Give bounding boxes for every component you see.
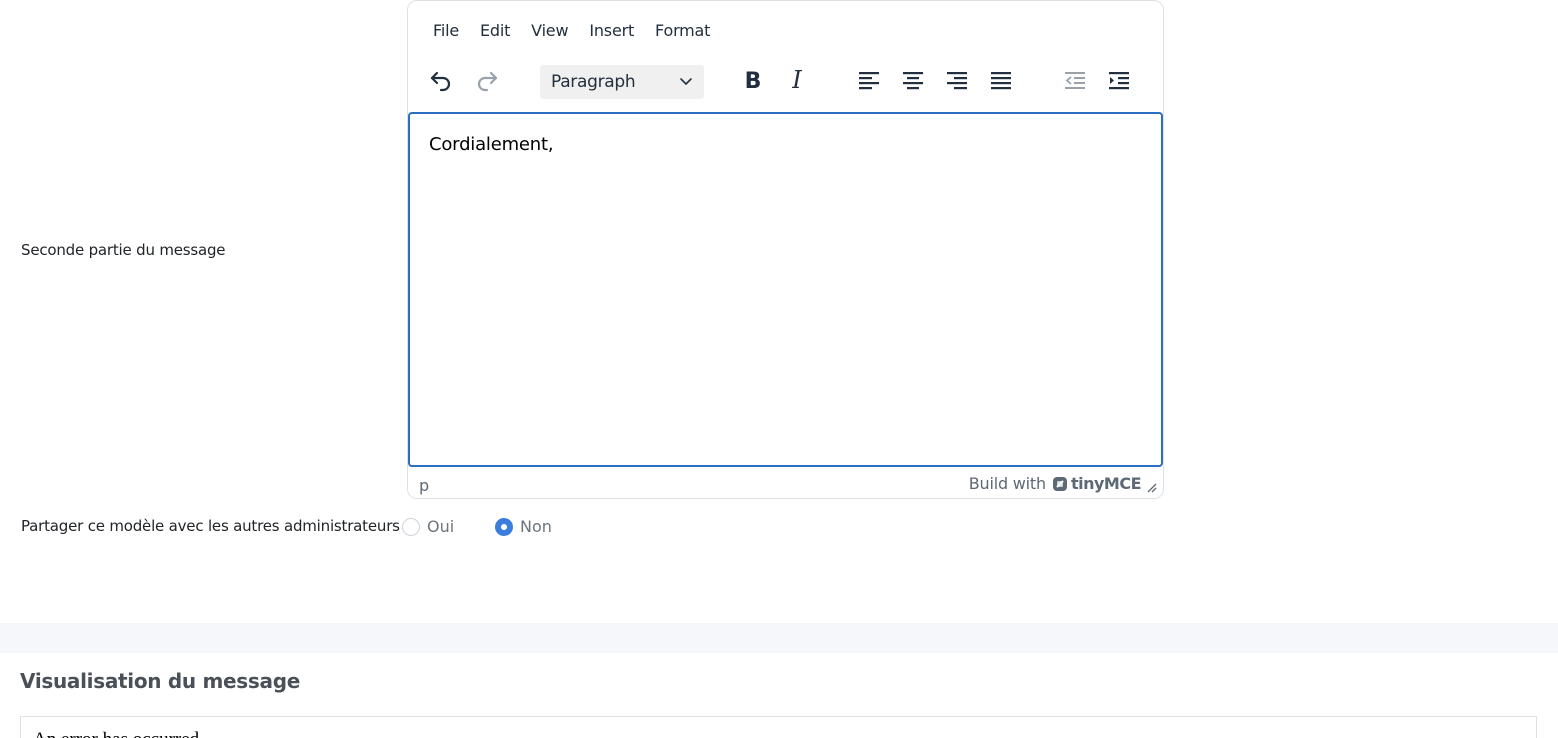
resize-handle-icon[interactable] <box>1145 481 1157 493</box>
chevron-down-icon <box>680 78 692 86</box>
outdent-icon <box>1065 72 1085 89</box>
preview-body: An error has occurred <box>33 729 199 738</box>
tinymce-logo: tinyMCE <box>1052 474 1142 493</box>
radio-oui-label: Oui <box>427 517 455 536</box>
editor-content-area[interactable]: Cordialement, <box>408 112 1163 467</box>
rich-text-editor: File Edit View Insert Format Paragraph B… <box>407 0 1164 499</box>
editor-statusbar: p Build with tinyMCE <box>408 471 1163 497</box>
align-right-button[interactable] <box>940 63 974 97</box>
message-preview: An error has occurred <box>20 716 1537 738</box>
radio-non-label: Non <box>520 517 552 536</box>
preview-title: Visualisation du message <box>20 669 300 693</box>
menu-edit[interactable]: Edit <box>469 19 520 45</box>
radio-non-circle[interactable] <box>495 517 513 536</box>
editor-content-text: Cordialement, <box>429 134 554 155</box>
align-center-button[interactable] <box>896 63 930 97</box>
align-left-icon <box>859 72 879 90</box>
italic-icon: I <box>791 68 802 92</box>
redo-icon <box>477 71 498 92</box>
outdent-button[interactable] <box>1058 63 1092 97</box>
svg-text:I: I <box>791 68 802 92</box>
indent-button[interactable] <box>1102 63 1136 97</box>
align-center-icon <box>903 72 923 90</box>
align-right-icon <box>947 72 967 90</box>
menu-view[interactable]: View <box>520 19 578 45</box>
align-justify-button[interactable] <box>984 63 1018 97</box>
menu-file[interactable]: File <box>422 19 469 45</box>
bold-icon: B <box>745 69 762 92</box>
align-left-button[interactable] <box>852 63 886 97</box>
italic-button[interactable]: I <box>780 63 814 97</box>
block-format-label: Paragraph <box>551 72 636 92</box>
element-path[interactable]: p <box>419 476 429 495</box>
editor-toolbar: Paragraph B I <box>408 63 1163 101</box>
radio-oui[interactable]: Oui <box>402 517 454 536</box>
block-format-select[interactable]: Paragraph <box>540 65 704 99</box>
branding-prefix: Build with <box>968 474 1046 493</box>
section-divider <box>0 623 1558 653</box>
tinymce-branding[interactable]: Build with tinyMCE <box>968 474 1142 493</box>
undo-icon <box>430 71 451 92</box>
indent-icon <box>1109 72 1129 90</box>
align-justify-icon <box>991 72 1011 90</box>
menu-insert[interactable]: Insert <box>578 19 644 45</box>
radio-non[interactable]: Non <box>495 517 552 536</box>
undo-button[interactable] <box>424 63 458 97</box>
tinymce-logo-icon <box>1052 476 1067 491</box>
svg-text:B: B <box>745 69 762 92</box>
second-part-label: Seconde partie du message <box>21 241 226 259</box>
menu-format[interactable]: Format <box>644 19 720 45</box>
share-template-label: Partager ce modèle avec les autres admin… <box>21 517 400 535</box>
radio-oui-circle[interactable] <box>402 517 420 536</box>
bold-button[interactable]: B <box>736 63 770 97</box>
redo-button[interactable] <box>470 63 504 97</box>
branding-name: tinyMCE <box>1070 474 1142 493</box>
editor-menubar: File Edit View Insert Format <box>422 19 720 45</box>
